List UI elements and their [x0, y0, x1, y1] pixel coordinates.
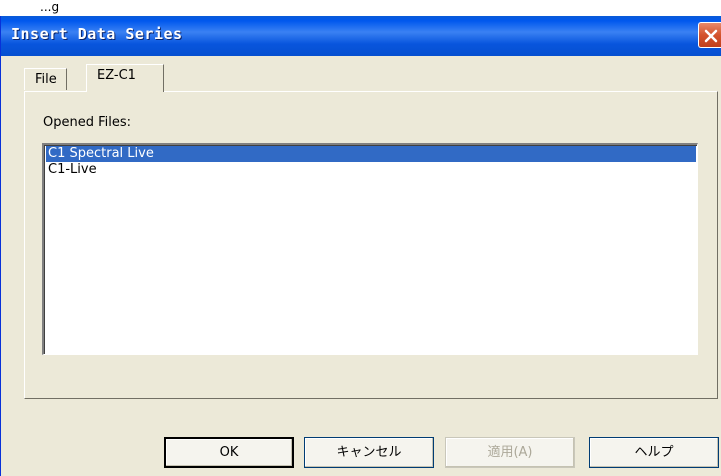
- tab-file-label: File: [35, 72, 57, 87]
- tab-ez-c1-label: EZ-C1: [97, 68, 136, 83]
- list-item[interactable]: C1 Spectral Live: [46, 146, 696, 162]
- apply-button[interactable]: 適用(A): [445, 437, 575, 468]
- background-window-strip: ...g: [0, 0, 721, 16]
- opened-files-label: Opened Files:: [43, 115, 132, 130]
- tab-file[interactable]: File: [24, 68, 67, 90]
- close-icon: [704, 29, 718, 43]
- dialog-title: Insert Data Series: [11, 25, 183, 43]
- help-button[interactable]: ヘルプ: [589, 437, 719, 468]
- title-bar[interactable]: Insert Data Series: [1, 16, 721, 56]
- list-item[interactable]: C1-Live: [46, 162, 696, 178]
- cancel-button[interactable]: キャンセル: [304, 437, 434, 468]
- close-button[interactable]: [698, 22, 721, 48]
- background-window-title: ...g: [40, 0, 60, 14]
- ok-button[interactable]: OK: [164, 437, 294, 468]
- opened-files-list[interactable]: C1 Spectral Live C1-Live: [42, 143, 698, 355]
- tab-ez-c1[interactable]: EZ-C1: [86, 64, 164, 92]
